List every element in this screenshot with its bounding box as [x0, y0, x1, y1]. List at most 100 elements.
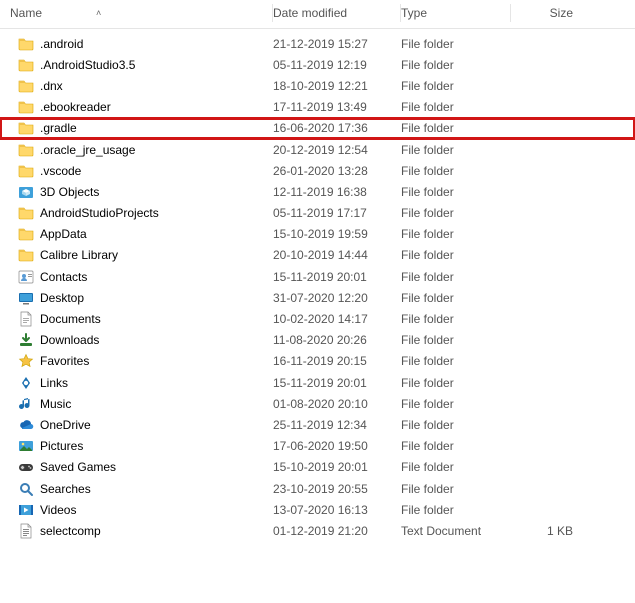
file-name: Pictures	[40, 439, 83, 453]
column-header-name[interactable]: Name ˄	[0, 4, 273, 22]
file-date: 15-11-2019 20:01	[273, 270, 401, 284]
file-name-cell: Searches	[0, 481, 273, 497]
file-type: File folder	[401, 376, 511, 390]
file-type: File folder	[401, 397, 511, 411]
file-type: File folder	[401, 58, 511, 72]
file-name: AndroidStudioProjects	[40, 206, 159, 220]
file-row[interactable]: 3D Objects 12-11-2019 16:38File folder	[0, 181, 635, 202]
file-type: File folder	[401, 185, 511, 199]
column-header-name-label: Name	[10, 6, 42, 20]
file-name-cell: Pictures	[0, 438, 273, 454]
favorites-icon	[18, 353, 34, 369]
file-row[interactable]: OneDrive25-11-2019 12:34File folder	[0, 414, 635, 435]
file-date: 16-06-2020 17:36	[273, 121, 401, 135]
file-row[interactable]: Downloads 11-08-2020 20:26File folder	[0, 330, 635, 351]
file-name: Videos	[40, 503, 76, 517]
file-date: 05-11-2019 12:19	[273, 58, 401, 72]
file-row[interactable]: .oracle_jre_usage20-12-2019 12:54File fo…	[0, 139, 635, 160]
file-date: 15-10-2019 20:01	[273, 460, 401, 474]
file-date: 10-02-2020 14:17	[273, 312, 401, 326]
file-type: File folder	[401, 206, 511, 220]
file-name: Downloads	[40, 333, 99, 347]
file-type: File folder	[401, 37, 511, 51]
folder-icon	[18, 226, 34, 242]
searches-icon	[18, 481, 34, 497]
file-name: 3D Objects	[40, 185, 99, 199]
file-row[interactable]: Links15-11-2019 20:01File folder	[0, 372, 635, 393]
file-row[interactable]: Calibre Library20-10-2019 14:44File fold…	[0, 245, 635, 266]
file-name: Searches	[40, 482, 91, 496]
file-row[interactable]: .ebookreader17-11-2019 13:49File folder	[0, 97, 635, 118]
file-row[interactable]: Music01-08-2020 20:10File folder	[0, 393, 635, 414]
file-name: Favorites	[40, 354, 89, 368]
file-row[interactable]: selectcomp01-12-2019 21:20Text Document1…	[0, 520, 635, 541]
file-row[interactable]: AppData 15-10-2019 19:59File folder	[0, 224, 635, 245]
file-type: File folder	[401, 100, 511, 114]
file-type: File folder	[401, 227, 511, 241]
file-date: 11-08-2020 20:26	[273, 333, 401, 347]
file-type: File folder	[401, 121, 511, 135]
file-row[interactable]: .android 21-12-2019 15:27File folder	[0, 33, 635, 54]
column-header-size[interactable]: Size	[511, 4, 591, 22]
file-name-cell: Videos	[0, 502, 273, 518]
file-row[interactable]: Saved Games 15-10-2019 20:01File folder	[0, 457, 635, 478]
file-date: 12-11-2019 16:38	[273, 185, 401, 199]
file-row[interactable]: Searches23-10-2019 20:55File folder	[0, 478, 635, 499]
desktop-icon	[18, 290, 34, 306]
savedgames-icon	[18, 459, 34, 475]
file-type: File folder	[401, 79, 511, 93]
file-type: File folder	[401, 164, 511, 178]
file-type: File folder	[401, 439, 511, 453]
file-name-cell: AppData	[0, 226, 273, 242]
file-date: 15-10-2019 19:59	[273, 227, 401, 241]
column-header-type[interactable]: Type	[401, 4, 511, 22]
links-icon	[18, 375, 34, 391]
file-row[interactable]: Documents10-02-2020 14:17File folder	[0, 308, 635, 329]
column-header-type-label: Type	[401, 6, 427, 20]
file-row[interactable]: Contacts15-11-2019 20:01File folder	[0, 266, 635, 287]
file-name: .gradle	[40, 121, 77, 135]
file-name: AppData	[40, 227, 87, 241]
file-size: 1 KB	[511, 524, 591, 538]
file-row[interactable]: Favorites16-11-2019 20:15File folder	[0, 351, 635, 372]
file-list: .android21-12-2019 15:27File folder.Andr…	[0, 29, 635, 542]
column-header-date[interactable]: Date modified	[273, 4, 401, 22]
file-name-cell: 3D Objects	[0, 184, 273, 200]
file-type: File folder	[401, 333, 511, 347]
file-name-cell: Links	[0, 375, 273, 391]
file-name: Calibre Library	[40, 248, 118, 262]
file-date: 01-12-2019 21:20	[273, 524, 401, 538]
videos-icon	[18, 502, 34, 518]
file-date: 26-01-2020 13:28	[273, 164, 401, 178]
file-row[interactable]: Pictures17-06-2020 19:50File folder	[0, 436, 635, 457]
file-name-cell: .gradle	[0, 120, 273, 136]
file-name: .android	[40, 37, 83, 51]
folder-icon	[18, 120, 34, 136]
downloads-icon	[18, 332, 34, 348]
file-name: .vscode	[40, 164, 81, 178]
file-date: 25-11-2019 12:34	[273, 418, 401, 432]
file-row[interactable]: Desktop31-07-2020 12:20File folder	[0, 287, 635, 308]
file-name-cell: Documents	[0, 311, 273, 327]
file-date: 21-12-2019 15:27	[273, 37, 401, 51]
file-type: File folder	[401, 482, 511, 496]
file-date: 13-07-2020 16:13	[273, 503, 401, 517]
file-row[interactable]: .vscode 26-01-2020 13:28File folder	[0, 160, 635, 181]
file-date: 05-11-2019 17:17	[273, 206, 401, 220]
file-row[interactable]: AndroidStudioProjects 05-11-2019 17:17Fil…	[0, 203, 635, 224]
file-name: .ebookreader	[40, 100, 111, 114]
file-name-cell: .ebookreader	[0, 99, 273, 115]
documents-icon	[18, 311, 34, 327]
file-name-cell: .vscode	[0, 163, 273, 179]
file-row[interactable]: .gradle 16-06-2020 17:36File folder	[0, 118, 635, 139]
file-row[interactable]: .dnx18-10-2019 12:21File folder	[0, 75, 635, 96]
file-row[interactable]: Videos 13-07-2020 16:13File folder	[0, 499, 635, 520]
file-type: File folder	[401, 503, 511, 517]
sort-ascending-icon: ˄	[96, 8, 101, 18]
folder-icon	[18, 78, 34, 94]
file-type: File folder	[401, 460, 511, 474]
file-name: Saved Games	[40, 460, 116, 474]
file-row[interactable]: .AndroidStudio3.505-11-2019 12:19File fo…	[0, 54, 635, 75]
file-name-cell: selectcomp	[0, 523, 273, 539]
folder-icon	[18, 57, 34, 73]
